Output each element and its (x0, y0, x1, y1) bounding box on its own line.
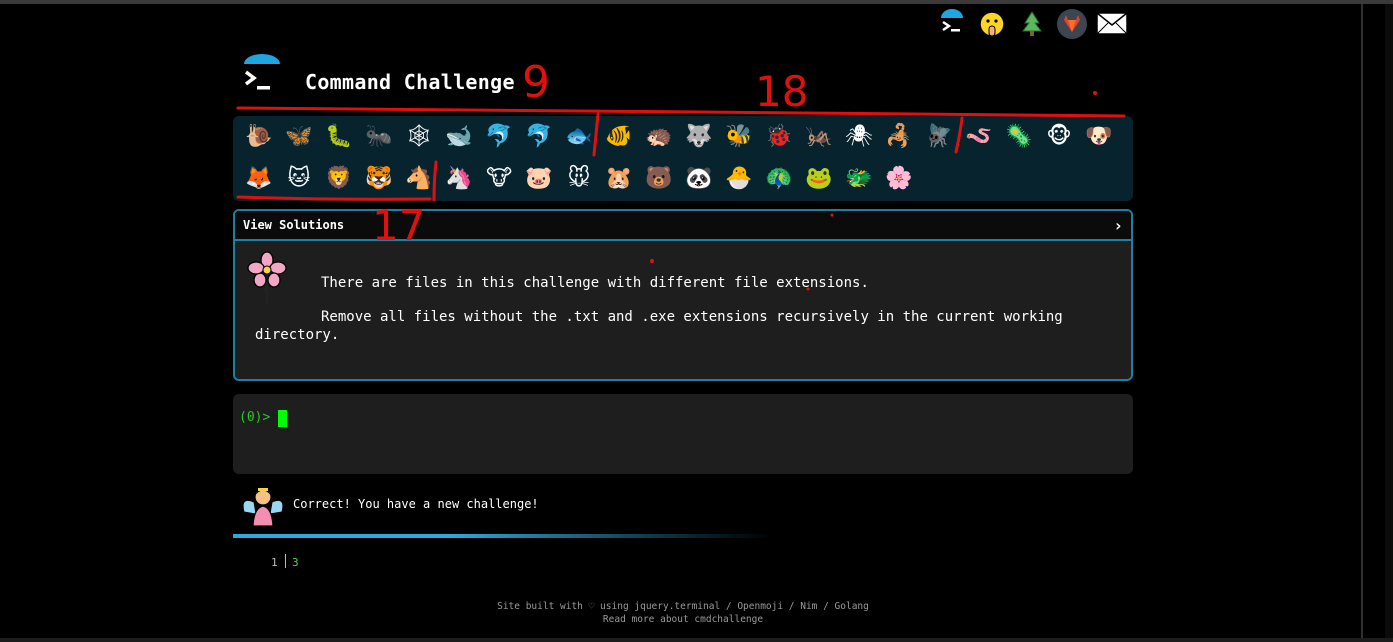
challenge-emoji-icon[interactable]: 🐵 (1039, 118, 1079, 154)
challenge-emoji-icon[interactable]: 🐬 (479, 118, 519, 154)
challenge-emoji-icon[interactable]: 🐷 (519, 160, 559, 196)
tree-icon[interactable] (1016, 8, 1048, 40)
challenge-emoji-icon[interactable]: 🐺 (679, 118, 719, 154)
challenge-emoji-icon[interactable]: 🐶 (1079, 118, 1119, 154)
challenge-emoji-icon[interactable]: 🐛 (319, 118, 359, 154)
window-top-border (0, 0, 1393, 4)
window-bottom-border (0, 638, 1393, 642)
challenge-emoji-icon[interactable]: 🐟 (559, 118, 599, 154)
terminal-cursor[interactable] (278, 410, 287, 427)
fairy-icon (240, 482, 286, 528)
cherry-blossom-icon (247, 251, 287, 307)
challenge-emoji-icon[interactable]: 🦚 (759, 160, 799, 196)
scrollbar-track[interactable] (1361, 4, 1363, 642)
status-message: Correct! You have a new challenge! (293, 497, 539, 511)
terminal[interactable]: (0)> (233, 394, 1133, 474)
challenge-emoji-icon[interactable]: 🐹 (599, 160, 639, 196)
challenge-emoji-icon[interactable]: 🐮 (479, 160, 519, 196)
challenge-emoji-icon[interactable]: 🪰 (919, 118, 959, 154)
challenge-emoji-icon[interactable]: 🐲 (839, 160, 879, 196)
footer: Site built with ♡ using jquery.terminal … (0, 600, 1366, 626)
challenge-emoji-icon[interactable]: 🦂 (879, 118, 919, 154)
level-separator (285, 554, 286, 568)
challenge-emoji-icon[interactable]: 🐬 (519, 118, 559, 154)
challenge-emoji-icon[interactable]: 🐌 (239, 118, 279, 154)
top-nav (936, 8, 1128, 40)
challenge-emoji-icon[interactable]: 🐯 (359, 160, 399, 196)
page-title: Command Challenge (305, 70, 515, 94)
challenge-emoji-icon[interactable]: 🦁 (319, 160, 359, 196)
challenge-row: 🐌 🦋 🐛 🐜 🕸 🐋 🐬 🐬 🐟 🐠 🦔 🐺 🐝 🐞 🦗 🕷 🦂 🪰 🪱 🦠 🐵 🐶 (239, 118, 1119, 154)
challenge-emoji-icon[interactable]: 🌸 (879, 160, 919, 196)
window-edge (1385, 4, 1393, 642)
terminal-logo-icon[interactable] (936, 8, 968, 40)
footer-about-link[interactable]: Read more about cmdchallenge (0, 613, 1366, 626)
level-index: 1 (271, 556, 278, 569)
envelope-icon[interactable] (1096, 8, 1128, 40)
challenge-emoji-icon[interactable]: 🐜 (359, 118, 399, 154)
challenge-emoji-icon[interactable]: 🦔 (639, 118, 679, 154)
challenge-emoji-icon[interactable]: 🐋 (439, 118, 479, 154)
challenge-emoji-icon[interactable]: 🐞 (759, 118, 799, 154)
level-value: 3 (292, 556, 299, 569)
challenge-emoji-icon[interactable]: 🦄 (439, 160, 479, 196)
challenge-emoji-icon[interactable]: 🐻 (639, 160, 679, 196)
challenge-emoji-icon[interactable]: 🐼 (679, 160, 719, 196)
annotation-number: 18 (755, 67, 808, 116)
challenge-emoji-icon[interactable]: 🦊 (239, 160, 279, 196)
challenge-emoji-icon[interactable]: 🕸 (399, 118, 439, 154)
gitlab-icon[interactable] (1056, 8, 1088, 40)
view-solutions-label: View Solutions (243, 218, 345, 232)
challenge-emoji-icon[interactable]: 🪱 (959, 118, 999, 154)
challenge-description: There are files in this challenge with d… (321, 275, 869, 291)
annotation-underline (236, 106, 1126, 118)
challenge-emoji-icon[interactable]: 🐣 (719, 160, 759, 196)
challenge-emoji-icon[interactable]: 🐱 (279, 160, 319, 196)
challenge-panel: View Solutions › There are files in this… (233, 209, 1133, 381)
challenge-selector: 🐌 🦋 🐛 🐜 🕸 🐋 🐬 🐬 🐟 🐠 🦔 🐺 🐝 🐞 🦗 🕷 🦂 🪰 🪱 🦠 🐵 🐶 🦊 🐱 🦁 🐯 🐴 🦄 🐮 🐷 🐭 🐹 🐻 🐼 🐣 🦚 🐸 🐲 🌸 (233, 116, 1133, 201)
terminal-prompt: (0)> (239, 410, 271, 425)
challenge-emoji-icon[interactable]: 🐴 (399, 160, 439, 196)
chevron-right-icon[interactable]: › (1113, 216, 1123, 235)
view-solutions-toggle[interactable]: View Solutions › (235, 211, 1131, 241)
challenge-instruction: Remove all files without the .txt and .e… (255, 309, 1063, 343)
challenge-emoji-icon[interactable]: 🐝 (719, 118, 759, 154)
annotation-dot (1093, 91, 1097, 95)
challenge-emoji-icon[interactable]: 🐭 (559, 160, 599, 196)
site-logo-icon[interactable] (240, 54, 284, 98)
shushing-face-icon[interactable] (976, 8, 1008, 40)
challenge-row: 🦊 🐱 🦁 🐯 🐴 🦄 🐮 🐷 🐭 🐹 🐻 🐼 🐣 🦚 🐸 🐲 🌸 (239, 160, 919, 196)
footer-credits: Site built with ♡ using jquery.terminal … (497, 601, 869, 612)
challenge-emoji-icon[interactable]: 🕷 (839, 118, 879, 154)
challenge-emoji-icon[interactable]: 🐸 (799, 160, 839, 196)
challenge-emoji-icon[interactable]: 🦋 (279, 118, 319, 154)
challenge-emoji-icon[interactable]: 🐠 (599, 118, 639, 154)
challenge-emoji-icon[interactable]: 🦗 (799, 118, 839, 154)
challenge-emoji-icon[interactable]: 🦠 (999, 118, 1039, 154)
annotation-number: 9 (522, 57, 550, 108)
progress-bar (233, 534, 773, 538)
